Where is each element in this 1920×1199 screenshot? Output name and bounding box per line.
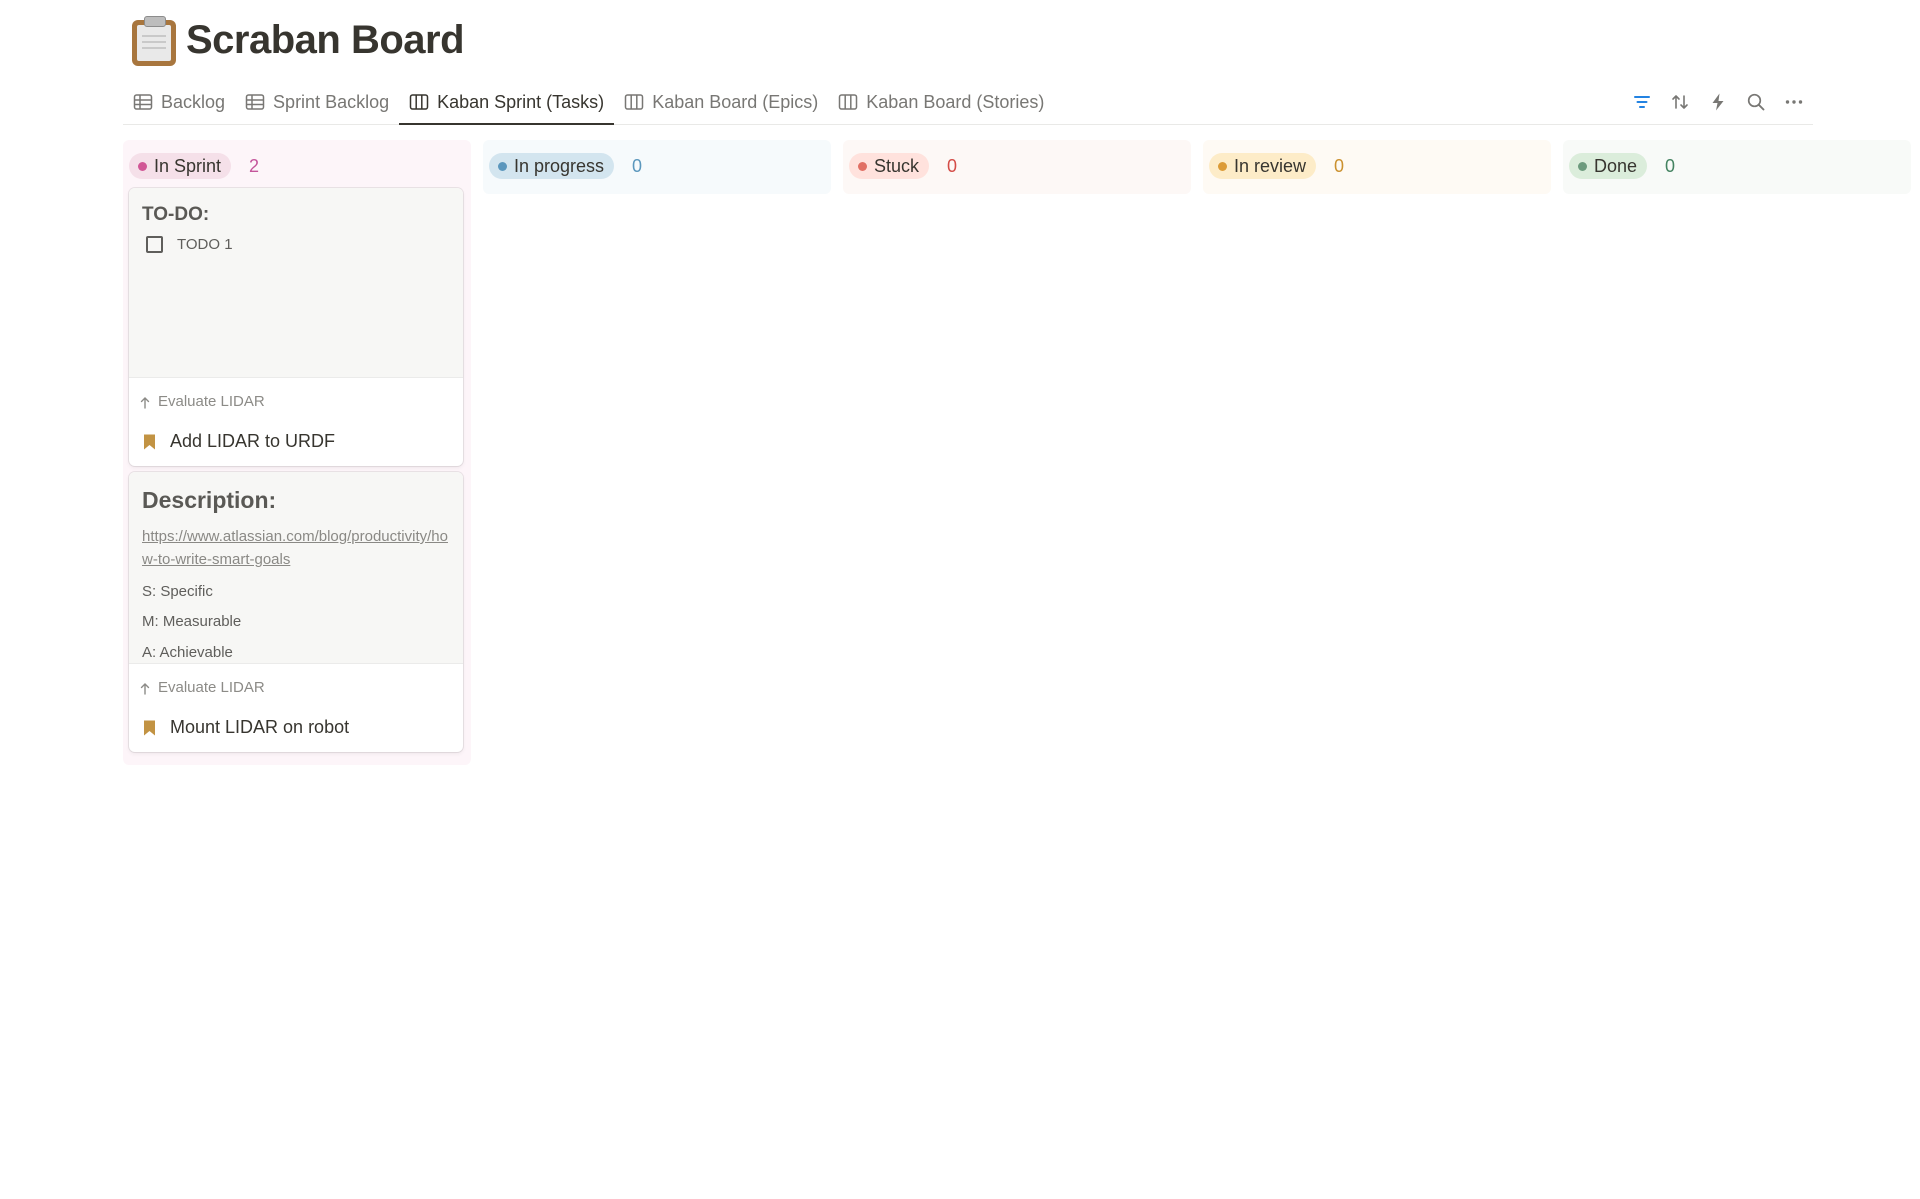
tab-label: Kaban Board (Stories) [866, 91, 1045, 112]
column-header[interactable]: Stuck 0 [843, 140, 1191, 192]
tab-label: Sprint Backlog [273, 91, 390, 112]
column-header[interactable]: In review 0 [1203, 140, 1551, 192]
status-dot [858, 161, 867, 171]
status-pill[interactable]: In Sprint [129, 153, 232, 179]
table-icon [133, 94, 153, 110]
lightning-icon [1712, 93, 1724, 111]
arrow-up-left-icon [140, 396, 150, 409]
automation-button[interactable] [1699, 83, 1737, 121]
view-toolbar [1623, 80, 1813, 124]
description-line: M: Measurable [142, 613, 242, 630]
column-done: Done 0 [1563, 140, 1911, 194]
column-count: 0 [1334, 155, 1345, 176]
card-title-text: Mount LIDAR on robot [170, 717, 350, 737]
task-card[interactable]: TO-DO: TODO 1 Evaluate LIDAR Add LIDAR t… [129, 188, 463, 466]
column-header[interactable]: Done 0 [1563, 140, 1911, 192]
description-line: A: Achievable [142, 644, 233, 661]
status-dot [138, 161, 147, 171]
page-title[interactable]: Scraban Board [186, 18, 465, 63]
arrow-up-left-icon [140, 682, 150, 695]
tab-label: Kaban Sprint (Tasks) [437, 91, 605, 112]
column-count: 0 [632, 155, 643, 176]
column-header[interactable]: In progress 0 [483, 140, 831, 192]
preview-heading: TO-DO: [142, 204, 210, 225]
view-tab-bar: Backlog Sprint Backlog Kaban Sprint (Tas… [123, 80, 1813, 125]
status-dot [1218, 161, 1227, 171]
status-label: Done [1594, 155, 1638, 176]
column-count: 0 [947, 155, 958, 176]
parent-relation[interactable]: Evaluate LIDAR [140, 679, 265, 696]
status-label: Stuck [874, 155, 920, 176]
parent-relation[interactable]: Evaluate LIDAR [140, 393, 265, 410]
status-dot [498, 161, 507, 171]
todo-item: TODO 1 [146, 236, 233, 253]
status-pill[interactable]: In review [1209, 153, 1317, 179]
filter-button[interactable] [1623, 83, 1661, 121]
view-tabs: Backlog Sprint Backlog Kaban Sprint (Tas… [123, 80, 1054, 125]
sort-button[interactable] [1661, 83, 1699, 121]
todo-label: TODO 1 [177, 236, 233, 253]
search-button[interactable] [1737, 83, 1775, 121]
column-in-progress: In progress 0 [483, 140, 831, 194]
board-icon [839, 94, 858, 110]
column-count: 0 [1665, 155, 1676, 176]
card-title-text: Add LIDAR to URDF [170, 431, 336, 451]
column-header[interactable]: In Sprint 2 [123, 140, 471, 192]
card-title: Mount LIDAR on robot [142, 717, 349, 738]
tab-kaban-board-stories[interactable]: Kaban Board (Stories) [828, 80, 1054, 124]
status-dot [1578, 161, 1587, 171]
card-preview: Description: https://www.atlassian.com/b… [129, 472, 463, 664]
page-header: Scraban Board [130, 12, 465, 68]
card-title: Add LIDAR to URDF [142, 431, 335, 452]
status-label: In review [1234, 155, 1307, 176]
tab-kaban-board-epics[interactable]: Kaban Board (Epics) [614, 80, 828, 124]
clipboard-icon[interactable] [130, 14, 178, 66]
tab-backlog[interactable]: Backlog [123, 80, 235, 124]
description-link[interactable]: https://www.atlassian.com/blog/productiv… [142, 525, 452, 571]
status-pill[interactable]: In progress [489, 153, 615, 179]
table-icon [245, 94, 265, 110]
parent-label: Evaluate LIDAR [158, 393, 265, 410]
status-label: In progress [514, 155, 605, 176]
checkbox[interactable] [146, 236, 163, 253]
notion-page: Scraban Board Backlog Sprint Backlog Kab… [0, 0, 1920, 1199]
column-stuck: Stuck 0 [843, 140, 1191, 194]
status-pill[interactable]: Stuck [849, 153, 930, 179]
search-icon [1747, 93, 1765, 111]
preview-heading: Description: [142, 487, 277, 513]
tab-kaban-sprint-tasks[interactable]: Kaban Sprint (Tasks) [399, 80, 615, 125]
more-icon [1785, 100, 1803, 104]
tab-sprint-backlog[interactable]: Sprint Backlog [235, 80, 399, 124]
status-label: In Sprint [154, 155, 222, 176]
tab-label: Backlog [161, 91, 226, 112]
column-in-review: In review 0 [1203, 140, 1551, 194]
status-pill[interactable]: Done [1569, 153, 1648, 179]
parent-label: Evaluate LIDAR [158, 679, 265, 696]
board-icon [624, 94, 644, 110]
description-line: S: Specific [142, 583, 213, 600]
bookmark-icon [144, 434, 155, 449]
filter-icon [1634, 96, 1650, 108]
more-options-button[interactable] [1775, 83, 1813, 121]
board-icon [409, 94, 429, 110]
sort-icon [1672, 95, 1688, 109]
card-preview: TO-DO: TODO 1 [129, 188, 463, 378]
task-card[interactable]: Description: https://www.atlassian.com/b… [129, 472, 463, 752]
column-in-sprint: In Sprint 2 TO-DO: TODO 1 Evaluate LIDAR [123, 140, 471, 765]
bookmark-icon [144, 720, 155, 735]
tab-label: Kaban Board (Epics) [652, 91, 819, 112]
column-count: 2 [249, 155, 260, 176]
